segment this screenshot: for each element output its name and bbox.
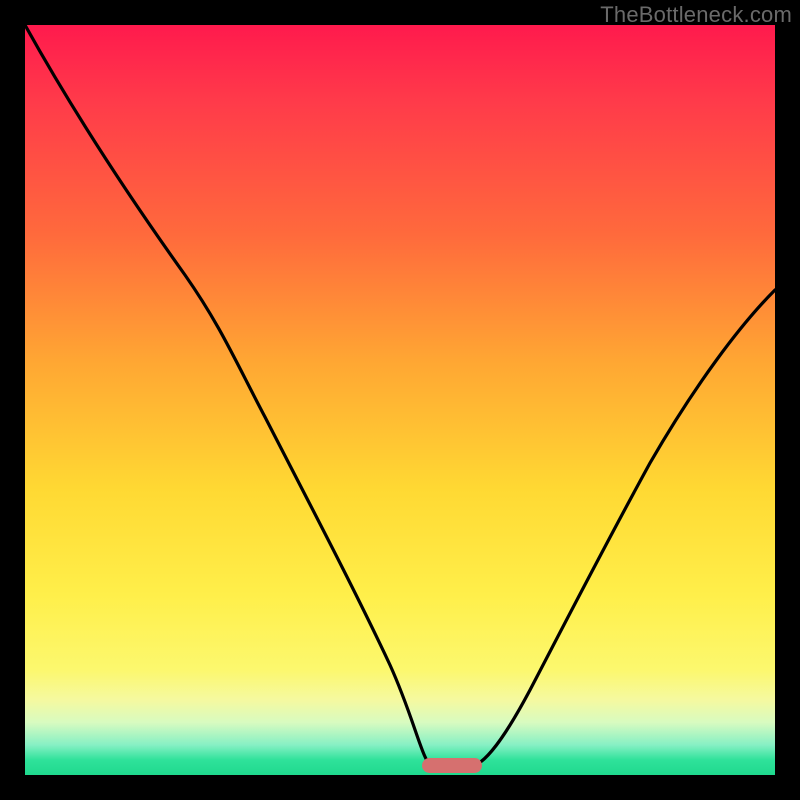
plot-area (25, 25, 775, 775)
curve-path (25, 25, 775, 767)
chart-frame: TheBottleneck.com (0, 0, 800, 800)
watermark-text: TheBottleneck.com (600, 2, 792, 28)
bottleneck-curve (25, 25, 775, 775)
optimal-range-marker (422, 758, 482, 773)
